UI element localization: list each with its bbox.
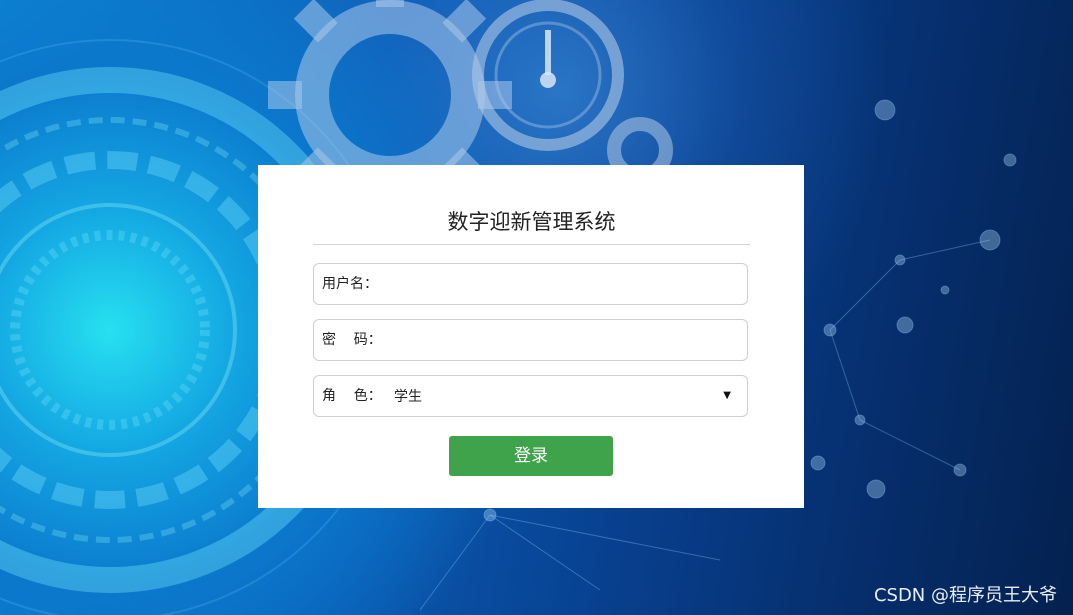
login-page: 数字迎新管理系统 用户名： 密 码： 角 色： 学生 ▼ 登录 CSDN @程序… [0,0,1073,615]
role-label: 角 色： [322,388,382,404]
username-input[interactable] [386,270,740,300]
role-select[interactable]: 角 色： 学生 ▼ [313,375,748,417]
login-button[interactable]: 登录 [449,436,613,476]
title-divider [313,244,750,245]
password-label: 密 码： [322,332,382,348]
stopwatch-icon [472,0,624,151]
role-selected-value[interactable]: 学生 [394,376,422,418]
csdn-watermark: CSDN @程序员王大爷 [873,585,1057,606]
password-field[interactable]: 密 码： [313,319,748,361]
password-input[interactable] [386,326,740,356]
system-title: 数字迎新管理系统 [447,210,616,234]
username-field[interactable]: 用户名： [313,263,748,305]
dropdown-caret-icon[interactable]: ▼ [723,376,731,416]
username-label: 用户名： [322,276,378,292]
login-card: 数字迎新管理系统 用户名： 密 码： 角 色： 学生 ▼ 登录 [258,165,804,508]
